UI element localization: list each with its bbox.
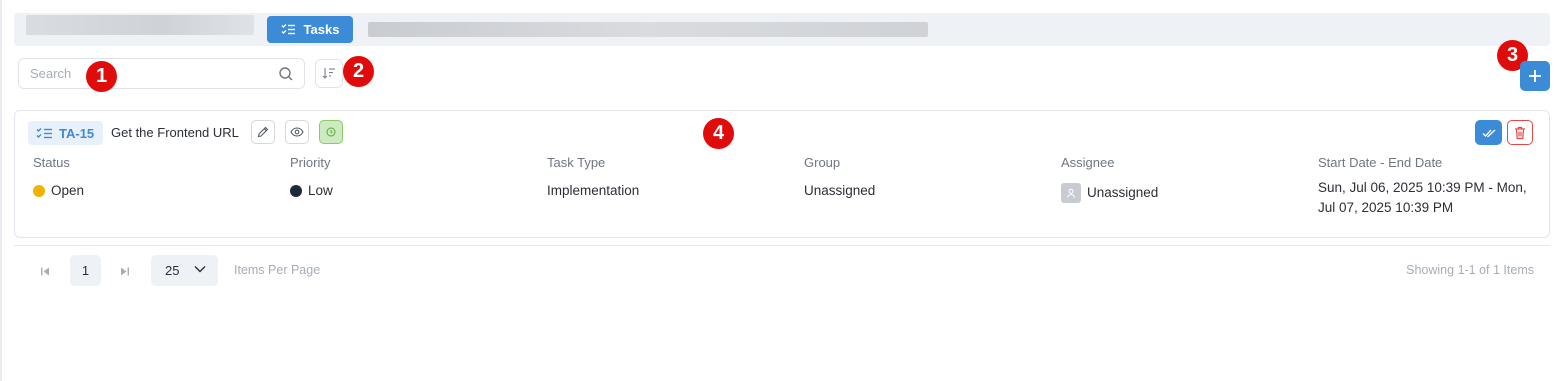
view-button[interactable] [285, 120, 309, 144]
chevron-down-icon [194, 266, 206, 273]
tasks-icon [36, 127, 52, 138]
sort-button[interactable] [315, 59, 343, 88]
last-page-icon [121, 267, 129, 275]
showing-count: Showing 1-1 of 1 Items [1406, 263, 1534, 277]
first-page-button[interactable] [38, 264, 52, 278]
add-task-button[interactable] [1520, 61, 1550, 91]
assignee-column: Assignee Unassigned [1061, 155, 1158, 203]
items-per-page-label: Items Per Page [234, 263, 321, 277]
top-bar: Tasks [14, 13, 1550, 46]
task-type-header: Task Type [547, 155, 606, 170]
status-column: Status Open [33, 155, 84, 199]
task-type-value: Implementation [547, 183, 640, 198]
delete-button[interactable] [1507, 120, 1533, 145]
avatar [1061, 183, 1081, 203]
tasks-tab-label: Tasks [303, 22, 340, 37]
double-check-icon [1482, 129, 1495, 137]
priority-value: Low [290, 183, 333, 199]
divider [14, 245, 1550, 246]
priority-text: Low [308, 183, 333, 198]
status-text: Open [51, 183, 85, 198]
last-page-button[interactable] [118, 264, 132, 278]
priority-column: Priority Low [290, 155, 333, 199]
timer-button[interactable] [319, 120, 343, 144]
group-value: Unassigned [804, 183, 876, 198]
left-edge [0, 0, 2, 381]
assignee-header: Assignee [1061, 155, 1115, 170]
group-header: Group [804, 155, 841, 170]
search-box [18, 58, 305, 89]
trash-icon [1515, 126, 1525, 139]
first-page-icon [41, 267, 49, 275]
task-id: TA-15 [59, 125, 95, 141]
sort-icon [322, 68, 335, 79]
redacted-description [368, 22, 928, 37]
plus-icon [1529, 70, 1541, 82]
search-icon[interactable] [278, 66, 294, 82]
tasks-tab-button[interactable]: Tasks [267, 16, 353, 43]
task-type-column: Task Type Implementation [547, 155, 639, 199]
page-size-value: 25 [165, 263, 180, 278]
annotation-badge-2: 2 [343, 56, 374, 87]
task-card[interactable]: TA-15 Get the Frontend URL 4 Status Open… [14, 110, 1550, 238]
status-value: Open [33, 183, 84, 199]
priority-header: Priority [290, 155, 331, 170]
group-column: Group Unassigned [804, 155, 875, 199]
dates-header: Start Date - End Date [1318, 155, 1443, 170]
dates-value: Sun, Jul 06, 2025 10:39 PM - Mon, Jul 07… [1318, 180, 1527, 215]
dates-column: Start Date - End Date Sun, Jul 06, 2025 … [1318, 155, 1530, 218]
page-size-select[interactable]: 25 [151, 255, 218, 286]
assignee-text: Unassigned [1087, 185, 1159, 201]
status-header: Status [33, 155, 70, 170]
user-icon [1067, 188, 1075, 198]
mark-complete-button[interactable] [1475, 120, 1502, 145]
current-page-button[interactable]: 1 [70, 255, 101, 286]
search-input[interactable] [30, 66, 270, 81]
task-id-chip[interactable]: TA-15 [28, 121, 103, 145]
annotation-badge-4: 4 [703, 118, 734, 149]
redacted-breadcrumb [26, 15, 254, 35]
tasks-icon [281, 24, 295, 35]
eye-icon [290, 127, 304, 137]
assignee-value: Unassigned [1061, 183, 1158, 203]
timer-icon [326, 127, 336, 137]
priority-dot [290, 184, 302, 197]
task-title: Get the Frontend URL [111, 125, 239, 140]
annotation-badge-1: 1 [86, 61, 117, 92]
edit-button[interactable] [251, 120, 275, 144]
status-dot [33, 184, 45, 197]
edit-icon [257, 126, 269, 138]
